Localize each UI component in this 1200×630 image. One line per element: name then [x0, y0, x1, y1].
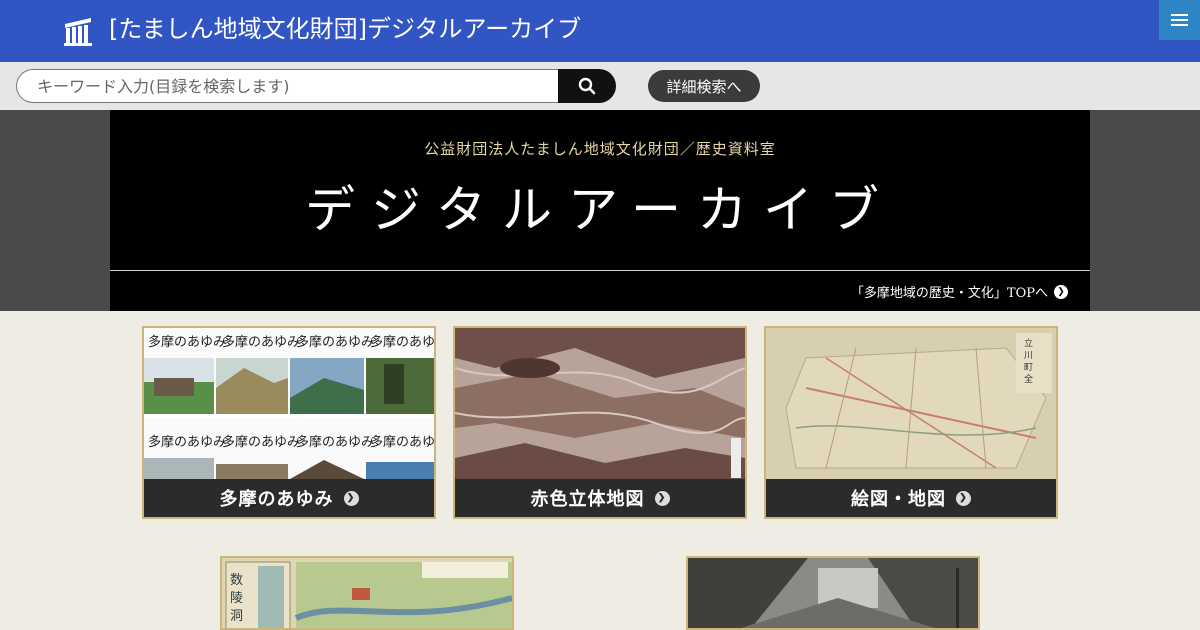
relief-map-image — [455, 328, 745, 479]
svg-text:町: 町 — [1024, 363, 1033, 373]
card-old-maps[interactable]: 立 川 町 全 絵図・地図 ❯ — [764, 326, 1058, 519]
svg-text:数: 数 — [230, 573, 243, 588]
hamburger-menu-button[interactable] — [1159, 0, 1200, 40]
site-header: [たましん地域文化財団]デジタルアーカイブ — [0, 0, 1200, 62]
svg-text:陵: 陵 — [230, 591, 243, 606]
card-old-maps-label: 絵図・地図 ❯ — [766, 479, 1056, 517]
svg-text:全: 全 — [1024, 373, 1033, 385]
svg-text:多摩のあゆみ: 多摩のあゆみ — [222, 434, 300, 450]
svg-text:多摩のあゆみ: 多摩のあゆみ — [148, 334, 226, 350]
chevron-right-circle-icon: ❯ — [654, 490, 670, 506]
svg-text:多摩のあゆみ: 多摩のあゆみ — [370, 434, 434, 450]
card-label-text: 絵図・地図 — [851, 489, 946, 510]
card-label-text: 多摩のあゆみ — [219, 489, 334, 510]
hamburger-menu-icon — [1171, 14, 1188, 16]
hero-title: デジタルアーカイブ — [305, 181, 895, 239]
illustrated-guide-map-image: 数 陵 洞 — [222, 558, 512, 628]
search-icon — [578, 77, 596, 95]
svg-text:川: 川 — [1024, 351, 1033, 361]
search-button[interactable] — [558, 69, 616, 103]
hero-banner: 公益財団法人たましん地域文化財団／歴史資料室 デジタルアーカイブ 「多摩地域の歴… — [110, 110, 1090, 311]
svg-text:多摩のあゆみ: 多摩のあゆみ — [296, 334, 374, 350]
magazine-covers-image: 多摩のあゆみ 多摩のあゆみ 多摩のあゆみ 多摩のあゆみ 多摩のあゆみ 多摩のあゆ… — [144, 328, 434, 479]
card-illustrated-guide-map[interactable]: 数 陵 洞 — [220, 556, 514, 630]
card-tama-ayumi[interactable]: 多摩のあゆみ 多摩のあゆみ 多摩のあゆみ 多摩のあゆみ 多摩のあゆみ 多摩のあゆ… — [142, 326, 436, 519]
history-culture-top-link-label: 「多摩地域の歴史・文化」TOPへ — [850, 286, 1048, 301]
old-photo-image — [688, 558, 978, 628]
hamburger-line — [1171, 24, 1188, 26]
svg-text:多摩のあゆみ: 多摩のあゆみ — [148, 434, 226, 450]
svg-text:多摩のあゆみ: 多摩のあゆみ — [222, 334, 300, 350]
chevron-right-circle-icon: ❯ — [343, 490, 359, 506]
svg-text:多摩のあゆみ: 多摩のあゆみ — [296, 434, 374, 450]
search-bar — [0, 62, 1200, 110]
hamburger-line — [1171, 19, 1188, 21]
site-title[interactable]: [たましん地域文化財団]デジタルアーカイブ — [109, 12, 581, 46]
chevron-right-circle-icon: ❯ — [1054, 284, 1068, 299]
card-tama-ayumi-label: 多摩のあゆみ ❯ — [144, 479, 434, 517]
advanced-search-button[interactable]: 詳細検索へ — [648, 70, 760, 102]
svg-text:多摩のあゆみ: 多摩のあゆみ — [370, 334, 434, 350]
hero-divider — [110, 270, 1090, 271]
card-red-relief-map-label: 赤色立体地図 ❯ — [455, 479, 745, 517]
search-input[interactable] — [16, 69, 559, 103]
history-culture-top-link[interactable]: 「多摩地域の歴史・文化」TOPへ ❯ — [851, 282, 1068, 301]
svg-text:立: 立 — [1024, 337, 1033, 349]
building-columns-icon[interactable] — [63, 16, 93, 46]
chevron-right-circle-icon: ❯ — [956, 490, 971, 506]
card-old-photo[interactable] — [686, 556, 980, 630]
old-map-image: 立 川 町 全 — [766, 328, 1056, 479]
svg-text:洞: 洞 — [230, 609, 243, 624]
card-red-relief-map[interactable]: 赤色立体地図 ❯ — [453, 326, 747, 519]
hero-subtitle: 公益財団法人たましん地域文化財団／歴史資料室 — [424, 140, 776, 158]
card-label-text: 赤色立体地図 — [530, 489, 645, 510]
